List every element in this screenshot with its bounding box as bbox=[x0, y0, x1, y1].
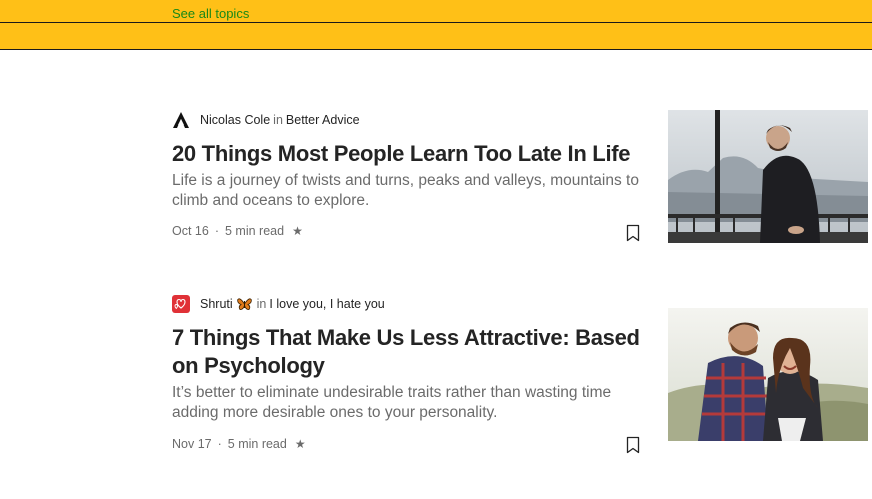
member-star-icon: ★ bbox=[292, 224, 303, 238]
article-card[interactable]: Nicolas Cole in Better Advice 20 Things … bbox=[172, 110, 872, 243]
hearts-icon[interactable] bbox=[172, 295, 190, 313]
article-title[interactable]: 20 Things Most People Learn Too Late In … bbox=[172, 140, 642, 168]
article-thumbnail[interactable] bbox=[668, 308, 868, 441]
butterfly-icon bbox=[236, 297, 252, 311]
member-star-icon: ★ bbox=[294, 437, 306, 451]
publication-name[interactable]: I love you, I hate you bbox=[269, 297, 384, 311]
article-subtitle[interactable]: Life is a journey of twists and turns, p… bbox=[172, 171, 642, 211]
separator-dot: · bbox=[217, 437, 222, 451]
publication-name[interactable]: Better Advice bbox=[286, 113, 360, 127]
in-label: in bbox=[256, 297, 267, 311]
article-footer: Oct 16 · 5 min read ★ bbox=[172, 222, 303, 240]
read-time: 5 min read bbox=[227, 437, 287, 451]
read-time: 5 min read bbox=[225, 224, 285, 238]
separator-dot: · bbox=[214, 224, 219, 238]
article-date: Oct 16 bbox=[172, 224, 209, 238]
article-date: Nov 17 bbox=[172, 437, 212, 451]
in-label: in bbox=[273, 113, 283, 127]
banner-divider bbox=[0, 22, 872, 23]
see-all-topics-link[interactable]: See all topics bbox=[172, 6, 249, 22]
article-subtitle[interactable]: It’s better to eliminate undesirable tra… bbox=[172, 383, 642, 423]
author-name[interactable]: Shruti bbox=[200, 297, 233, 311]
article-footer: Nov 17 · 5 min read ★ bbox=[172, 435, 306, 453]
author-name[interactable]: Nicolas Cole bbox=[200, 113, 270, 127]
bookmark-icon[interactable] bbox=[624, 435, 642, 455]
article-title[interactable]: 7 Things That Make Us Less Attractive: B… bbox=[172, 324, 642, 380]
article-card[interactable]: Shruti in I love you, I hate you 7 Thing… bbox=[172, 294, 872, 454]
bookmark-icon[interactable] bbox=[624, 223, 642, 243]
triangle-a-icon[interactable] bbox=[172, 111, 190, 129]
article-thumbnail[interactable] bbox=[668, 110, 868, 243]
topics-banner: See all topics bbox=[0, 0, 872, 50]
